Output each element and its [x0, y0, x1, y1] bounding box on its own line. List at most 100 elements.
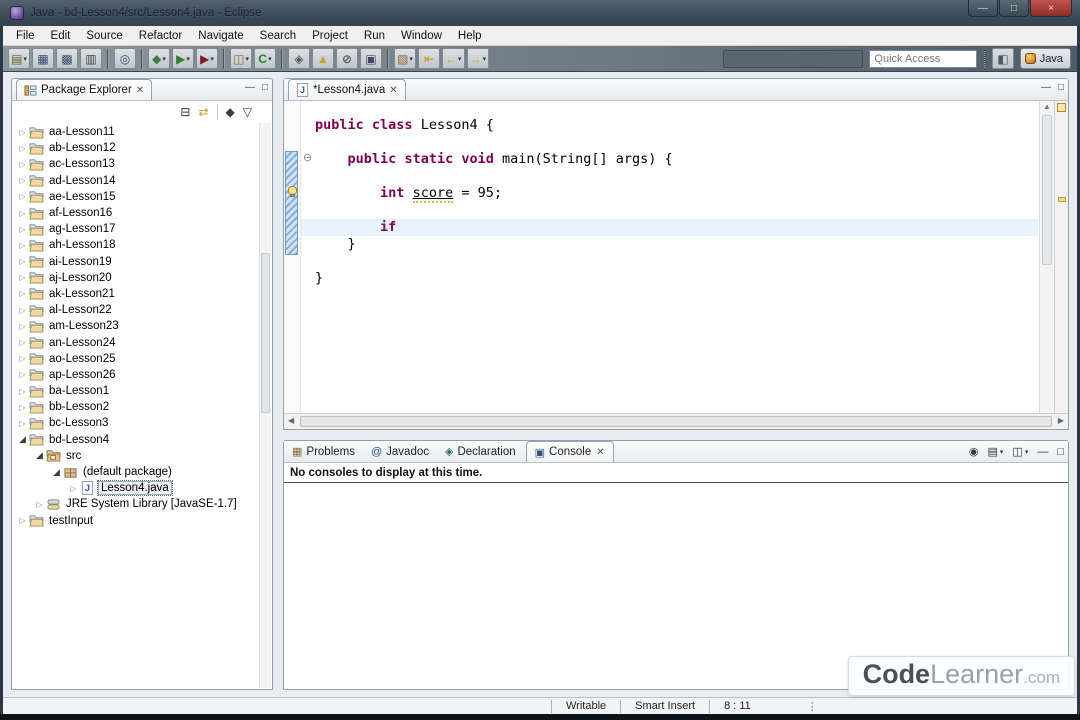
tree-item[interactable]: ▷ bb-Lesson2	[12, 399, 272, 415]
minimize-view-icon[interactable]: —	[1041, 82, 1051, 93]
forward-button[interactable]: → ▾	[466, 48, 490, 69]
tree-item[interactable]: ▷ an-Lesson24	[12, 334, 272, 350]
skip-breakpoints-button[interactable]: ⊘	[336, 48, 358, 69]
expand-arrow-icon[interactable]: ▷	[17, 403, 28, 412]
save-all-button[interactable]: ▩	[56, 48, 78, 69]
expand-arrow-icon[interactable]: ▷	[17, 144, 28, 153]
tree-item[interactable]: ▷ ak-Lesson21	[12, 286, 272, 302]
expand-arrow-icon[interactable]: ▷	[17, 419, 28, 428]
expand-arrow-icon[interactable]: ▷	[34, 500, 45, 509]
dropdown-arrow-icon[interactable]: ▾	[210, 55, 214, 63]
tree-item[interactable]: ▷ aj-Lesson20	[12, 270, 272, 286]
dropdown-arrow-icon[interactable]: ▾	[186, 55, 190, 63]
minimize-view-icon[interactable]: —	[1037, 446, 1048, 458]
open-console-icon[interactable]: ◫	[1012, 445, 1022, 458]
editor-vertical-scrollbar[interactable]: ▲	[1039, 101, 1054, 413]
code-line[interactable]: if	[301, 219, 1038, 236]
editor-tab-lesson4[interactable]: J *Lesson4.java ✕	[288, 79, 406, 100]
tree-item[interactable]: ▷ ad-Lesson14	[12, 173, 272, 189]
open-task-button[interactable]: ▣	[360, 48, 382, 69]
last-edit-location-button[interactable]: ⇤	[418, 48, 440, 69]
expand-arrow-icon[interactable]: ▷	[17, 387, 28, 396]
dropdown-arrow-icon[interactable]: ▾	[1025, 448, 1029, 456]
collapse-all-icon[interactable]: ⊟	[180, 105, 190, 119]
maximize-view-icon[interactable]: □	[1058, 82, 1064, 93]
scroll-right-icon[interactable]: ▶	[1058, 416, 1064, 425]
expand-arrow-icon[interactable]: ▷	[17, 370, 28, 379]
console-tab-console[interactable]: ▣ Console ✕	[525, 441, 614, 462]
code-line[interactable]: }	[301, 270, 1038, 287]
java-perspective-button[interactable]: Java	[1019, 48, 1071, 69]
tree-item[interactable]: ▷ aa-Lesson11	[12, 124, 272, 140]
maximize-button[interactable]: □	[999, 0, 1029, 17]
tree-item[interactable]: ▷ bc-Lesson3	[12, 415, 272, 431]
explorer-scrollbar-thumb[interactable]	[261, 253, 270, 413]
dropdown-arrow-icon[interactable]: ▾	[1000, 448, 1004, 456]
new-java-class-button[interactable]: C ▾	[254, 48, 276, 69]
print-button[interactable]: ▥	[80, 48, 102, 69]
tree-item[interactable]: ▷ ab-Lesson12	[12, 140, 272, 156]
code-line[interactable]	[301, 168, 1038, 185]
view-menu-icon[interactable]: ▽	[243, 105, 252, 119]
overview-ruler[interactable]	[1054, 101, 1068, 413]
expand-arrow-icon[interactable]: ▷	[17, 273, 28, 282]
editor-horizontal-scrollbar[interactable]: ◀ ▶	[284, 413, 1068, 429]
dropdown-arrow-icon[interactable]: ▾	[483, 55, 487, 63]
menu-project[interactable]: Project	[304, 28, 356, 44]
occurrence-marker[interactable]	[1058, 197, 1066, 202]
console-tab-javadoc[interactable]: @ Javadoc	[363, 441, 437, 462]
vertical-scrollbar-thumb[interactable]	[1042, 115, 1052, 265]
scroll-left-icon[interactable]: ◀	[288, 416, 294, 425]
focus-icon[interactable]: ◆	[226, 105, 235, 119]
menu-source[interactable]: Source	[78, 28, 130, 44]
expand-arrow-icon[interactable]: ▷	[17, 128, 28, 137]
expand-arrow-icon[interactable]: ◢	[51, 467, 62, 478]
code-line[interactable]	[301, 253, 1038, 270]
tree-item[interactable]: ▷ JRE System Library [JavaSE-1.7]	[12, 496, 272, 512]
menu-search[interactable]: Search	[252, 28, 304, 44]
tree-item[interactable]: ▷ ap-Lesson26	[12, 367, 272, 383]
menu-edit[interactable]: Edit	[43, 28, 79, 44]
expand-arrow-icon[interactable]: ▷	[17, 306, 28, 315]
horizontal-scrollbar-thumb[interactable]	[300, 416, 1052, 427]
tree-item[interactable]: ▷ af-Lesson16	[12, 205, 272, 221]
dropdown-arrow-icon[interactable]: ▾	[409, 55, 413, 63]
annotate-button[interactable]: ▧ ▾	[394, 48, 416, 69]
expand-arrow-icon[interactable]: ▷	[17, 257, 28, 266]
open-perspective-button[interactable]: ◧	[992, 48, 1014, 69]
quickfix-lightbulb-icon[interactable]	[286, 185, 299, 198]
debug-button[interactable]: ◆ ▾	[148, 48, 170, 69]
tree-item[interactable]: ▷ J Lesson4.java	[12, 480, 272, 497]
tree-item[interactable]: ▷ ba-Lesson1	[12, 383, 272, 399]
tree-item[interactable]: ▷ ae-Lesson15	[12, 189, 272, 205]
explorer-scrollbar[interactable]	[259, 123, 271, 688]
menu-file[interactable]: File	[8, 28, 43, 44]
console-tab-declaration[interactable]: ◈ Declaration	[437, 441, 524, 462]
expand-arrow-icon[interactable]: ▷	[17, 176, 28, 185]
expand-arrow-icon[interactable]: ▷	[17, 289, 28, 298]
tree-item[interactable]: ◢ (default package)	[12, 464, 272, 480]
tree-item[interactable]: ▷ ac-Lesson13	[12, 156, 272, 172]
expand-arrow-icon[interactable]: ▷	[17, 241, 28, 250]
console-tab-problems[interactable]: ▦ Problems	[284, 441, 363, 462]
expand-arrow-icon[interactable]: ▷	[17, 322, 28, 331]
menu-help[interactable]: Help	[450, 28, 490, 44]
expand-arrow-icon[interactable]: ▷	[17, 192, 28, 201]
tree-item[interactable]: ▷ ag-Lesson17	[12, 221, 272, 237]
tree-item[interactable]: ▷ al-Lesson22	[12, 302, 272, 318]
back-button[interactable]: ← ▾	[442, 48, 465, 69]
code-line[interactable]	[301, 202, 1038, 219]
tree-item[interactable]: ▷ ah-Lesson18	[12, 237, 272, 253]
minimize-button[interactable]: —	[968, 0, 998, 17]
close-icon[interactable]: ✕	[596, 447, 604, 458]
code-line[interactable]: public class Lesson4 {	[301, 117, 1038, 134]
menu-window[interactable]: Window	[393, 28, 450, 44]
tree-item[interactable]: ◢ bd-Lesson4	[12, 432, 272, 448]
menu-refactor[interactable]: Refactor	[131, 28, 190, 44]
tree-item[interactable]: ▷ ao-Lesson25	[12, 351, 272, 367]
display-selected-console-icon[interactable]: ▤	[988, 445, 998, 458]
dropdown-arrow-icon[interactable]: ▾	[268, 55, 272, 63]
pin-console-icon[interactable]: ◉	[969, 445, 979, 458]
save-button[interactable]: ▦	[32, 48, 54, 69]
editor-body[interactable]: ⊖ public class Lesson4 { public static v…	[284, 101, 1068, 413]
